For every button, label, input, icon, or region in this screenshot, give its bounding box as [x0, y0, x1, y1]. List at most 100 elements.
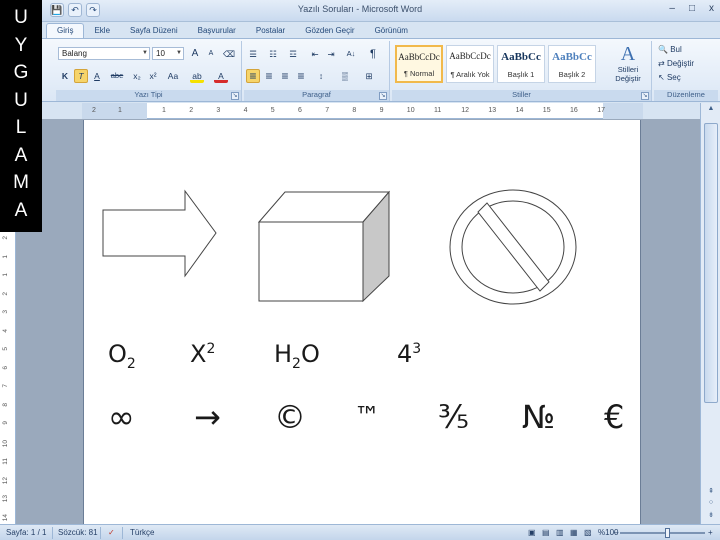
formula-h2o: H2O [274, 340, 320, 372]
horizontal-ruler[interactable]: 2 1 1 2 3 4 5 6 7 8 9 10 11 12 13 14 15 16 17 [82, 103, 643, 119]
ruler-tick-label: 17 [597, 107, 605, 114]
justify-button[interactable]: ≡ [294, 69, 308, 83]
ruler-tick-label: 13 [488, 107, 497, 114]
align-right-button[interactable]: ≡ [278, 69, 292, 83]
find-button[interactable]: 🔍 Bul [658, 45, 682, 54]
italic-button[interactable]: T [74, 69, 88, 83]
align-left-button[interactable]: ≡ [246, 69, 260, 83]
shading-button[interactable]: ▒ [338, 69, 352, 83]
tab-view[interactable]: Görünüm [365, 24, 418, 38]
tab-mailings[interactable]: Postalar [246, 24, 295, 38]
select-button[interactable]: ↖ Seç [658, 73, 681, 82]
vertical-ruler[interactable]: 2 1 1 2 3 4 5 6 7 8 9 10 11 12 13 14 [0, 232, 16, 524]
ruler-margin-right [603, 103, 643, 119]
highlight-button[interactable]: ab [190, 69, 204, 83]
proofing-icon[interactable]: ✓ [108, 528, 115, 537]
style-heading-1[interactable]: AaBbCc Başlık 1 [497, 45, 545, 83]
tab-page-layout[interactable]: Sayfa Düzeni [120, 24, 188, 38]
zoom-out-button[interactable]: – [614, 528, 618, 537]
document-page[interactable] [83, 120, 641, 524]
show-formatting-button[interactable]: ¶ [366, 47, 380, 61]
zoom-slider[interactable] [620, 532, 705, 534]
replace-icon: ⇄ [658, 59, 665, 68]
vruler-tick-label: 13 [2, 495, 9, 503]
maximize-button[interactable]: □ [689, 3, 695, 14]
tab-insert[interactable]: Ekle [84, 24, 120, 38]
scroll-thumb[interactable] [704, 123, 718, 403]
paragraph-group-label: Paragraf [244, 90, 389, 101]
styles-dialog-launcher-icon[interactable]: ↘ [641, 92, 649, 100]
paragraph-group: ☰ ☷ ☲ ⇤ ⇥ A↓ ¶ ≡ ≡ ≡ ≡ ↕ ▒ ⊞ Paragraf ↘ [244, 41, 390, 101]
ruler-tick-label: 10 [406, 107, 415, 114]
underline-button[interactable]: A [90, 69, 104, 83]
superscript-button[interactable]: x² [146, 69, 160, 83]
page-count[interactable]: Sayfa: 1 / 1 [6, 528, 46, 537]
no-symbol-shape[interactable] [446, 186, 580, 308]
tab-references[interactable]: Başvurular [188, 24, 246, 38]
previous-page-icon[interactable]: ⇞ [701, 487, 720, 495]
full-screen-view-icon[interactable]: ▤ [542, 528, 550, 537]
zoom-in-button[interactable]: + [708, 528, 713, 537]
font-name-combo[interactable]: Balang ▼ [58, 47, 150, 60]
borders-button[interactable]: ⊞ [362, 69, 376, 83]
cube-shape[interactable] [255, 186, 395, 304]
vruler-tick-label: 5 [2, 347, 9, 351]
clear-format-button[interactable]: ⌫ [222, 47, 236, 61]
change-styles-button[interactable]: A Stilleri Değiştir [606, 43, 650, 83]
vruler-tick-label: 1 [2, 254, 9, 259]
style-sample: AaBbCc [501, 51, 541, 63]
strikethrough-button[interactable]: abe [108, 69, 126, 83]
font-dialog-launcher-icon[interactable]: ↘ [231, 92, 239, 100]
paragraph-dialog-launcher-icon[interactable]: ↘ [379, 92, 387, 100]
ruler-tick-label: 9 [379, 107, 384, 114]
shrink-font-button[interactable]: A [204, 47, 218, 61]
line-spacing-button[interactable]: ↕ [314, 69, 328, 83]
minimize-button[interactable]: – [669, 3, 675, 14]
align-center-button[interactable]: ≡ [262, 69, 276, 83]
bold-button[interactable]: K [58, 69, 72, 83]
font-color-button[interactable]: A [214, 69, 228, 83]
decrease-indent-button[interactable]: ⇤ [308, 47, 322, 61]
ruler-tick-label: 2 [189, 107, 194, 114]
vertical-scrollbar[interactable]: ▲ ⇞ ○ ⇟ [700, 103, 720, 524]
side-label-letter: Y [14, 34, 28, 56]
tab-review[interactable]: Gözden Geçir [295, 24, 364, 38]
style-normal[interactable]: AaBbCcDc ¶ Normal [395, 45, 443, 83]
style-sample: AaBbCcDc [449, 51, 491, 61]
increase-indent-button[interactable]: ⇥ [324, 47, 338, 61]
browse-object-icon[interactable]: ○ [701, 499, 720, 506]
symbol-infinity: ∞ [108, 398, 135, 436]
ribbon: Balang ▼ 10 ▼ A A ⌫ K T A abe x₂ x² Aa ab … [0, 38, 720, 102]
block-arrow-shape[interactable] [100, 188, 220, 280]
draft-view-icon[interactable]: ▧ [584, 528, 592, 537]
symbol-three-fifths: ⅗ [438, 398, 470, 436]
word-count[interactable]: Sözcük: 81 [58, 528, 98, 537]
change-case-button[interactable]: Aa [164, 69, 182, 83]
bullets-button[interactable]: ☰ [246, 47, 260, 61]
web-layout-view-icon[interactable]: ▥ [556, 528, 564, 537]
style-sample: AaBbCc [552, 51, 592, 63]
grow-font-button[interactable]: A [188, 47, 202, 61]
style-heading-2[interactable]: AaBbCc Başlık 2 [548, 45, 596, 83]
zoom-slider-handle[interactable] [665, 528, 670, 538]
font-size-combo[interactable]: 10 ▼ [152, 47, 184, 60]
close-button[interactable]: x [709, 3, 714, 14]
replace-label: Değiştir [666, 59, 695, 68]
style-no-spacing[interactable]: AaBbCcDc ¶ Aralık Yok [446, 45, 494, 83]
replace-button[interactable]: ⇄ Değiştir [658, 59, 694, 68]
multilevel-list-button[interactable]: ☲ [286, 47, 300, 61]
numbering-button[interactable]: ☷ [266, 47, 280, 61]
select-label: Seç [666, 73, 681, 82]
next-page-icon[interactable]: ⇟ [701, 511, 720, 519]
scroll-up-icon[interactable]: ▲ [701, 105, 720, 112]
tab-home[interactable]: Giriş [46, 23, 85, 38]
subscript-button[interactable]: x₂ [130, 69, 144, 83]
outline-view-icon[interactable]: ▦ [570, 528, 578, 537]
sort-button[interactable]: A↓ [342, 47, 360, 61]
language-indicator[interactable]: Türkçe [130, 528, 154, 537]
ruler-tick-label: 12 [461, 107, 469, 114]
superscript: 3 [412, 341, 422, 357]
ruler-tick-label: 8 [352, 107, 357, 114]
print-layout-view-icon[interactable]: ▣ [528, 528, 536, 537]
symbol-trademark: ™ [354, 402, 380, 432]
